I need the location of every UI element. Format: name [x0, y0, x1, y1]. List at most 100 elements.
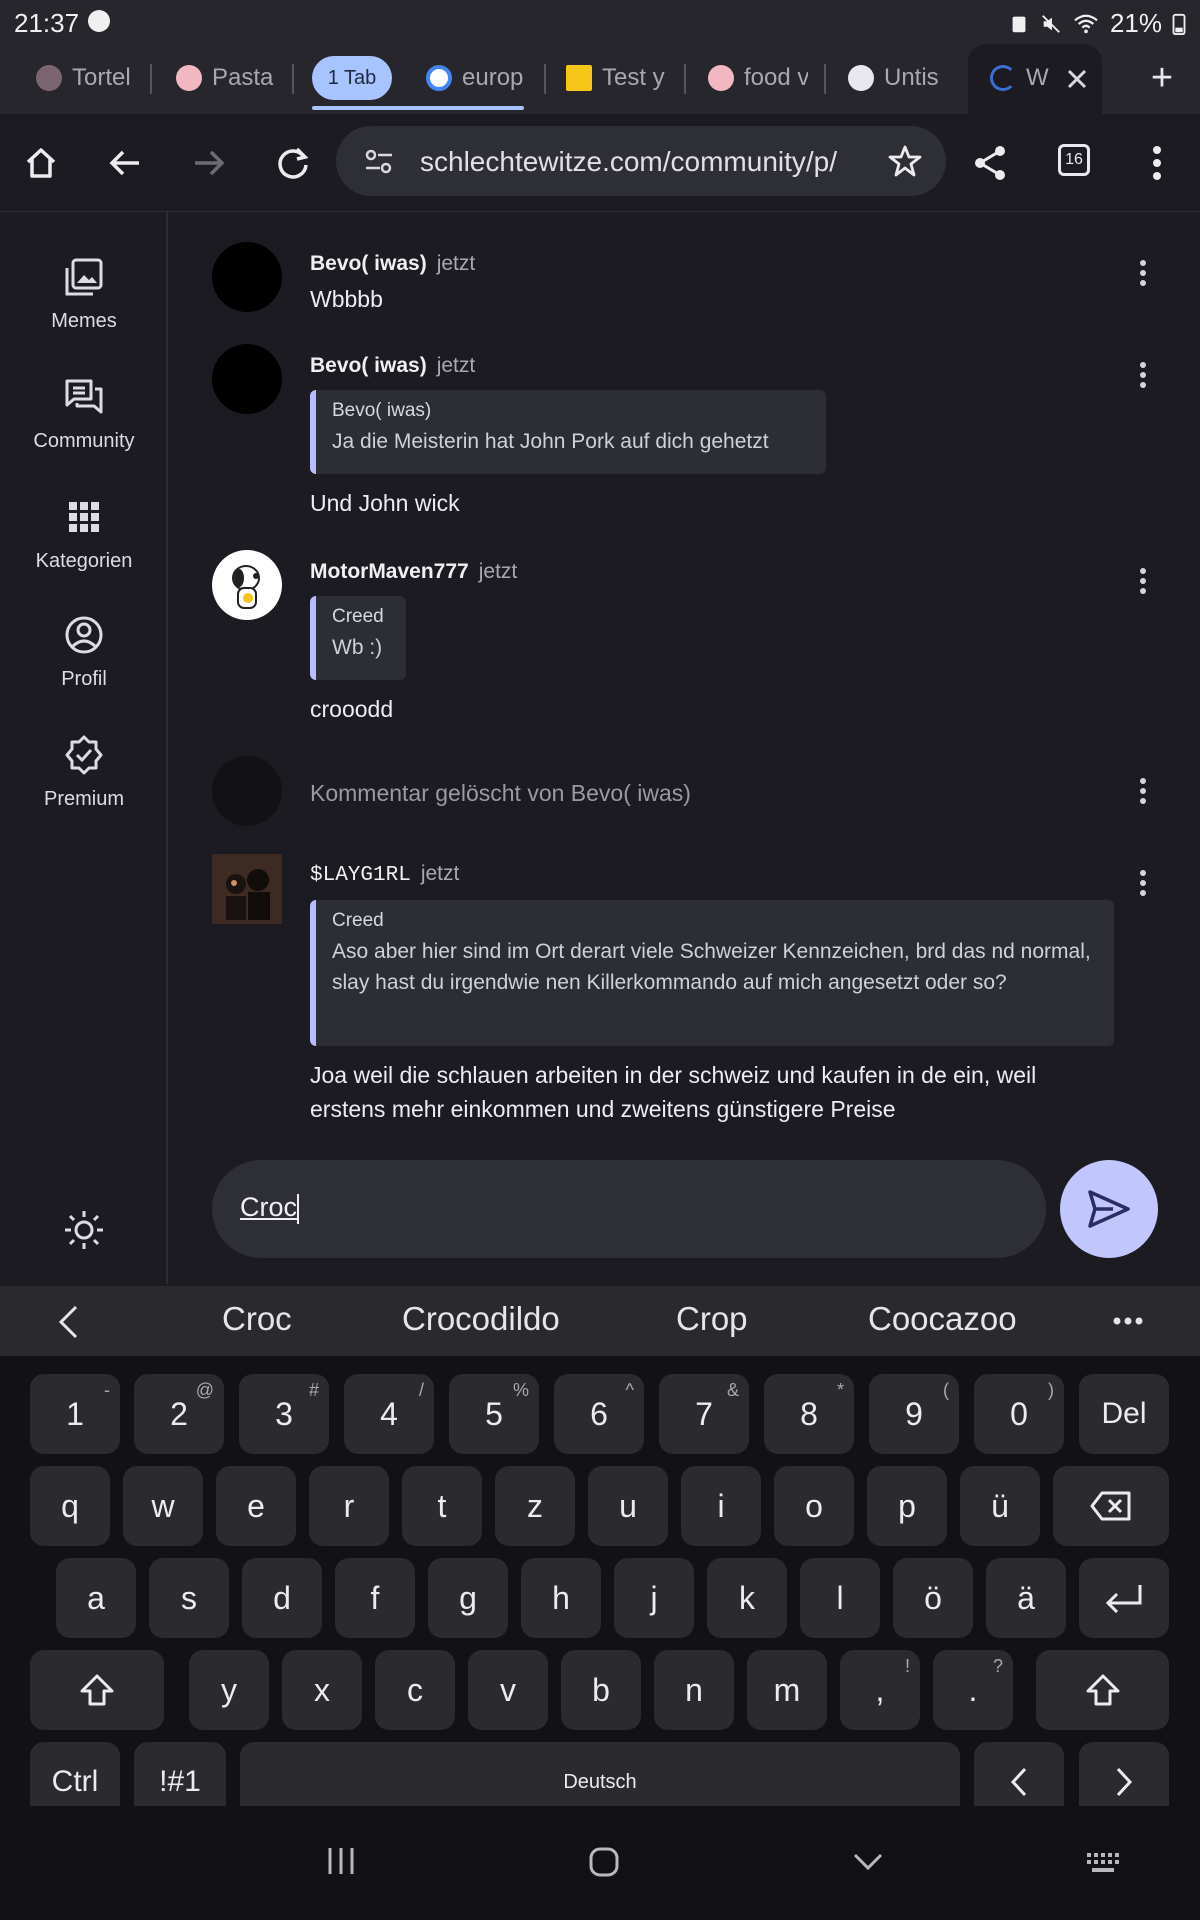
- key-x[interactable]: x: [282, 1650, 362, 1730]
- key-7[interactable]: 7 &: [659, 1374, 749, 1454]
- comment-menu-button[interactable]: [1128, 868, 1158, 898]
- suggestion-item[interactable]: Croc: [222, 1300, 292, 1338]
- menu-button[interactable]: [1132, 138, 1182, 188]
- key-a[interactable]: a: [56, 1558, 136, 1638]
- tab-switcher-button[interactable]: 16: [1058, 144, 1090, 176]
- key-z[interactable]: z: [495, 1466, 575, 1546]
- key-u[interactable]: u: [588, 1466, 668, 1546]
- comment-menu-button[interactable]: [1128, 776, 1158, 806]
- key-5[interactable]: 5%: [449, 1374, 539, 1454]
- sidebar-item-profil[interactable]: Profil: [0, 614, 168, 691]
- suggestion-item[interactable]: Crop: [676, 1300, 748, 1338]
- quoted-comment[interactable]: Bevo( iwas) Ja die Meisterin hat John Po…: [310, 390, 826, 474]
- key-9[interactable]: 9(: [869, 1374, 959, 1454]
- home-button[interactable]: [16, 138, 66, 188]
- address-bar[interactable]: schlechtewitze.com/community/p/: [336, 126, 946, 196]
- quoted-comment[interactable]: Creed Wb :): [310, 596, 406, 680]
- key-e[interactable]: e: [216, 1466, 296, 1546]
- comment-menu-button[interactable]: [1128, 258, 1158, 288]
- key-w[interactable]: w: [123, 1466, 203, 1546]
- comment-author[interactable]: MotorMaven777 jetzt: [310, 560, 517, 584]
- bookmark-star-icon[interactable]: [888, 144, 922, 178]
- comment-author[interactable]: Bevo( iwas) jetzt: [310, 354, 475, 378]
- sidebar-item-premium[interactable]: Premium: [0, 734, 168, 811]
- key-comma[interactable]: ,!: [840, 1650, 920, 1730]
- key-b[interactable]: b: [561, 1650, 641, 1730]
- comment-input[interactable]: Croc: [212, 1160, 1046, 1258]
- key-y[interactable]: y: [189, 1650, 269, 1730]
- tab-tortel[interactable]: Tortel: [36, 56, 136, 100]
- comment-menu-button[interactable]: [1128, 360, 1158, 390]
- shift-key-right[interactable]: [1036, 1650, 1169, 1730]
- avatar[interactable]: [212, 344, 282, 414]
- key-k[interactable]: k: [707, 1558, 787, 1638]
- key-f[interactable]: f: [335, 1558, 415, 1638]
- key-m[interactable]: m: [747, 1650, 827, 1730]
- backspace-key[interactable]: [1053, 1466, 1169, 1546]
- comment-author[interactable]: $LAYG1RL jetzt: [310, 862, 459, 887]
- key-4[interactable]: 4/: [344, 1374, 434, 1454]
- sidebar-item-community[interactable]: Community: [0, 376, 168, 453]
- key-i[interactable]: i: [681, 1466, 761, 1546]
- key-2[interactable]: 2 @: [134, 1374, 224, 1454]
- sidebar-item-kategorien[interactable]: Kategorien: [0, 496, 168, 573]
- key-0[interactable]: 0): [974, 1374, 1064, 1454]
- hide-keyboard-icon[interactable]: [852, 1852, 884, 1872]
- key-q[interactable]: q: [30, 1466, 110, 1546]
- new-tab-button[interactable]: +: [1140, 56, 1184, 100]
- tab-untis[interactable]: Untis: [848, 56, 948, 100]
- key-r[interactable]: r: [309, 1466, 389, 1546]
- avatar[interactable]: [212, 550, 282, 620]
- key-n[interactable]: n: [654, 1650, 734, 1730]
- theme-toggle-sun-icon[interactable]: [62, 1208, 106, 1252]
- recents-icon[interactable]: [326, 1846, 356, 1876]
- key-l[interactable]: l: [800, 1558, 880, 1638]
- comment-menu-button[interactable]: [1128, 566, 1158, 596]
- active-tab[interactable]: Wi: [968, 44, 1102, 114]
- forward-button[interactable]: [184, 138, 234, 188]
- chevron-left-icon[interactable]: [56, 1304, 80, 1340]
- key-period[interactable]: .?: [933, 1650, 1013, 1730]
- key-3[interactable]: 3 #: [239, 1374, 329, 1454]
- send-button[interactable]: [1060, 1160, 1158, 1258]
- key-del[interactable]: Del: [1079, 1374, 1169, 1454]
- reload-button[interactable]: [268, 138, 318, 188]
- key-s[interactable]: s: [149, 1558, 229, 1638]
- quoted-comment[interactable]: Creed Aso aber hier sind im Ort derart v…: [310, 900, 1114, 1046]
- key-1[interactable]: 1-: [30, 1374, 120, 1454]
- tab-pasta[interactable]: Pasta: [176, 56, 276, 100]
- key-j[interactable]: j: [614, 1558, 694, 1638]
- key-g[interactable]: g: [428, 1558, 508, 1638]
- more-horizontal-icon[interactable]: [1112, 1316, 1144, 1326]
- enter-key[interactable]: [1079, 1558, 1169, 1638]
- key-6[interactable]: 6 ^: [554, 1374, 644, 1454]
- suggestion-item[interactable]: Coocazoo: [868, 1300, 1017, 1338]
- tab-group-chip[interactable]: 1 Tab: [312, 56, 392, 100]
- key-h[interactable]: h: [521, 1558, 601, 1638]
- key-v[interactable]: v: [468, 1650, 548, 1730]
- avatar[interactable]: [212, 242, 282, 312]
- key-p[interactable]: p: [867, 1466, 947, 1546]
- keyboard-switch-icon[interactable]: [1086, 1852, 1120, 1874]
- share-button[interactable]: [965, 138, 1015, 188]
- tab-food[interactable]: food v: [708, 56, 808, 100]
- key-o[interactable]: o: [774, 1466, 854, 1546]
- avatar[interactable]: [212, 854, 282, 924]
- tab-europ[interactable]: europ: [426, 56, 526, 100]
- key-ae[interactable]: ä: [986, 1558, 1066, 1638]
- sidebar-item-memes[interactable]: Memes: [0, 256, 168, 333]
- close-tab-icon[interactable]: [1066, 68, 1088, 90]
- key-c[interactable]: c: [375, 1650, 455, 1730]
- key-d[interactable]: d: [242, 1558, 322, 1638]
- site-settings-icon[interactable]: [364, 148, 394, 176]
- back-button[interactable]: [100, 138, 150, 188]
- tab-test[interactable]: Test y: [566, 56, 666, 100]
- key-oe[interactable]: ö: [893, 1558, 973, 1638]
- key-t[interactable]: t: [402, 1466, 482, 1546]
- suggestion-item[interactable]: Crocodildo: [402, 1300, 560, 1338]
- key-8[interactable]: 8 *: [764, 1374, 854, 1454]
- comment-author[interactable]: Bevo( iwas) jetzt: [310, 252, 475, 276]
- key-ue[interactable]: ü: [960, 1466, 1040, 1546]
- home-nav-icon[interactable]: [588, 1846, 620, 1878]
- shift-key-left[interactable]: [30, 1650, 164, 1730]
